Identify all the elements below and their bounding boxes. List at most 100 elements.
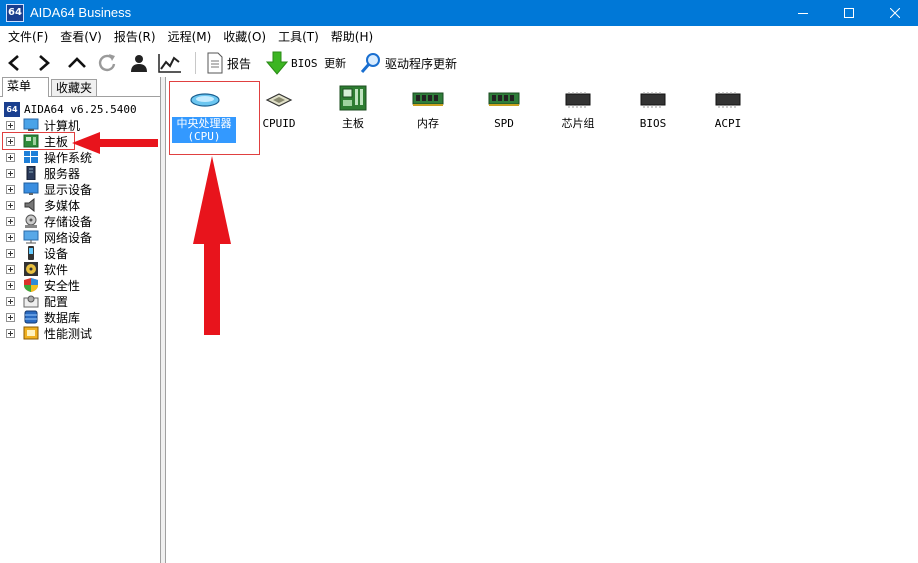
tree-item-multimedia[interactable]: 多媒体 bbox=[6, 197, 80, 213]
up-button[interactable] bbox=[66, 50, 88, 76]
close-button[interactable] bbox=[872, 0, 918, 26]
chart-icon bbox=[158, 54, 181, 73]
back-button[interactable] bbox=[6, 50, 22, 76]
expand-icon[interactable] bbox=[6, 280, 15, 290]
tree-item-devices[interactable]: 设备 bbox=[6, 245, 68, 261]
minimize-button[interactable] bbox=[780, 0, 826, 26]
tab-menu[interactable]: 菜单 bbox=[2, 77, 49, 97]
shield-icon bbox=[23, 278, 39, 292]
maximize-icon bbox=[844, 8, 854, 18]
tree-item-label: 软件 bbox=[44, 262, 69, 277]
driver-update-button[interactable]: 驱动程序更新 bbox=[360, 50, 457, 76]
up-icon bbox=[68, 57, 86, 68]
expand-icon[interactable] bbox=[6, 120, 15, 130]
chipset-item[interactable]: 芯片组 bbox=[540, 85, 616, 155]
user-icon bbox=[131, 55, 147, 72]
database-icon bbox=[23, 310, 39, 324]
report-label: 报告 bbox=[227, 56, 252, 71]
expand-icon[interactable] bbox=[6, 312, 15, 322]
refresh-button[interactable] bbox=[97, 50, 117, 76]
item-label: 内存 bbox=[417, 117, 439, 130]
pane-tabs: 菜单 收藏夹 bbox=[0, 77, 160, 97]
tree-item-software[interactable]: 软件 bbox=[6, 261, 68, 277]
annotation-cpu-highlight-box bbox=[169, 81, 260, 155]
bios-item[interactable]: BIOS bbox=[615, 85, 691, 155]
expand-icon[interactable] bbox=[6, 296, 15, 306]
tree-item-computer[interactable]: 计算机 bbox=[6, 117, 80, 133]
aida64-icon: 64 bbox=[4, 101, 20, 117]
toolbar-separator bbox=[195, 52, 196, 74]
bios-update-button[interactable]: BIOS 更新 bbox=[266, 50, 346, 76]
minimize-icon bbox=[798, 13, 808, 14]
expand-icon[interactable] bbox=[6, 200, 15, 210]
monitor-icon bbox=[23, 182, 39, 196]
window-title: AIDA64 Business bbox=[30, 5, 132, 20]
disk-drive-icon bbox=[23, 214, 39, 228]
spd-item[interactable]: SPD bbox=[466, 85, 542, 155]
server-icon bbox=[23, 165, 39, 181]
tree-item-display[interactable]: 显示设备 bbox=[6, 181, 92, 197]
benchmark-chart-button[interactable] bbox=[158, 50, 182, 76]
tree-item-server[interactable]: 服务器 bbox=[6, 165, 80, 181]
user-button[interactable] bbox=[128, 50, 150, 76]
expand-icon[interactable] bbox=[6, 248, 15, 258]
menu-remote[interactable]: 远程(M) bbox=[162, 26, 218, 48]
expand-icon[interactable] bbox=[6, 232, 15, 242]
app-icon: 64 bbox=[6, 4, 24, 22]
motherboard-item[interactable]: 主板 bbox=[315, 85, 391, 155]
expand-icon[interactable] bbox=[6, 184, 15, 194]
maximize-button[interactable] bbox=[826, 0, 872, 26]
refresh-icon bbox=[98, 54, 116, 72]
tree-item-label: 显示设备 bbox=[44, 182, 93, 197]
tree-item-label: 安全性 bbox=[44, 278, 81, 293]
acpi-item[interactable]: ACPI bbox=[690, 85, 766, 155]
tree-item-label: 存储设备 bbox=[44, 214, 93, 229]
item-label: SPD bbox=[494, 117, 514, 130]
tab-favorites[interactable]: 收藏夹 bbox=[51, 79, 97, 97]
expand-icon[interactable] bbox=[6, 216, 15, 226]
tree-item-security[interactable]: 安全性 bbox=[6, 277, 80, 293]
expand-icon[interactable] bbox=[6, 168, 15, 178]
tree-item-os[interactable]: 操作系统 bbox=[6, 149, 92, 165]
tree-item-label: 多媒体 bbox=[44, 198, 81, 213]
tree-item-label: 网络设备 bbox=[44, 230, 93, 245]
network-icon bbox=[23, 230, 39, 244]
driver-update-label: 驱动程序更新 bbox=[385, 56, 458, 71]
cpuid-chip-icon bbox=[265, 93, 293, 107]
forward-button[interactable] bbox=[36, 50, 52, 76]
report-button[interactable]: 报告 bbox=[206, 50, 251, 76]
tree-item-label: 性能测试 bbox=[44, 326, 93, 341]
tree-item-label: 计算机 bbox=[44, 118, 81, 133]
item-label: 芯片组 bbox=[561, 117, 595, 130]
report-document-icon bbox=[207, 52, 223, 74]
tree-item-database[interactable]: 数据库 bbox=[6, 309, 80, 325]
menu-file[interactable]: 文件(F) bbox=[2, 26, 54, 48]
annotation-highlight-box bbox=[2, 132, 75, 150]
tree-item-label: 服务器 bbox=[44, 166, 81, 181]
navigation-pane: 菜单 收藏夹 64 AIDA64 v6.25.5400 计算机 主板 操作系统 … bbox=[0, 77, 160, 563]
expand-icon[interactable] bbox=[6, 264, 15, 274]
software-disc-icon bbox=[23, 262, 39, 276]
expand-icon[interactable] bbox=[6, 328, 15, 338]
menu-tools[interactable]: 工具(T) bbox=[272, 26, 325, 48]
tree-item-benchmark[interactable]: 性能测试 bbox=[6, 325, 92, 341]
bios-update-label: BIOS 更新 bbox=[291, 57, 347, 70]
title-bar: 64 AIDA64 Business bbox=[0, 0, 918, 26]
tree-item-storage[interactable]: 存储设备 bbox=[6, 213, 92, 229]
motherboard-icon bbox=[339, 85, 367, 111]
toolbar: 报告 BIOS 更新 驱动程序更新 bbox=[0, 48, 918, 77]
tree-item-network[interactable]: 网络设备 bbox=[6, 229, 92, 245]
menu-report[interactable]: 报告(R) bbox=[108, 26, 162, 48]
memory-item[interactable]: 内存 bbox=[390, 85, 466, 155]
tree-item-label: 配置 bbox=[44, 294, 69, 309]
menu-help[interactable]: 帮助(H) bbox=[325, 26, 379, 48]
expand-icon[interactable] bbox=[6, 152, 15, 162]
item-label: 主板 bbox=[342, 117, 364, 130]
chipset-icon bbox=[565, 92, 591, 108]
menu-view[interactable]: 查看(V) bbox=[54, 26, 108, 48]
tree-root[interactable]: 64 AIDA64 v6.25.5400 bbox=[4, 101, 137, 117]
tree-item-config[interactable]: 配置 bbox=[6, 293, 68, 309]
acpi-chip-icon bbox=[715, 92, 741, 108]
magnifier-icon bbox=[360, 53, 380, 73]
menu-favorites[interactable]: 收藏(O) bbox=[217, 26, 272, 48]
